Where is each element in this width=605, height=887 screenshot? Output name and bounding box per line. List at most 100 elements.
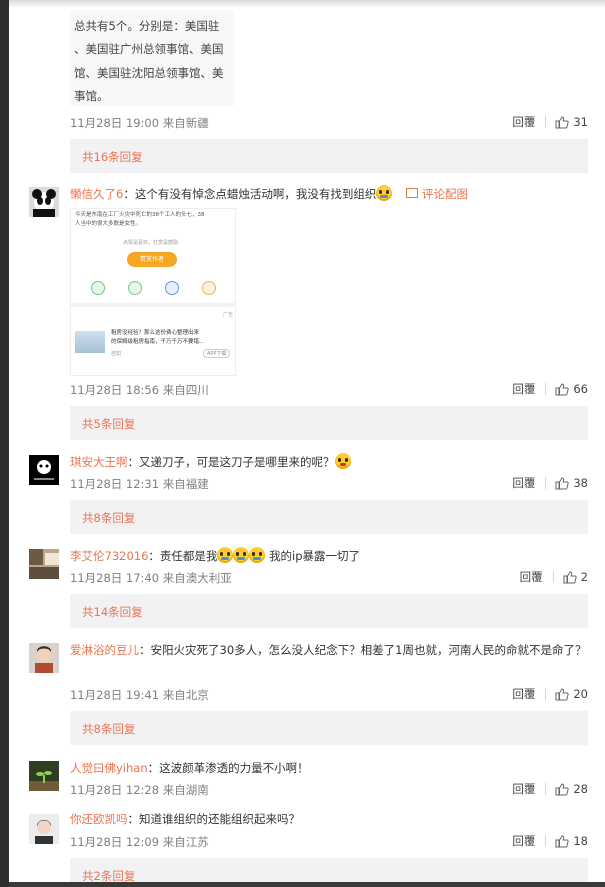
divider <box>545 477 547 489</box>
comment-time: 11月28日 17:40 <box>70 571 160 585</box>
reply-button[interactable]: 回覆 <box>512 114 535 130</box>
comment-source: 来自澳大利亚 <box>162 571 232 585</box>
comment-text: 我的ip暴露一切了 <box>269 549 361 563</box>
comment-actions: 回覆 18 <box>512 833 588 849</box>
tip-author-button: 赞赏作者 <box>127 252 177 267</box>
thumb-up-icon[interactable] <box>555 382 570 396</box>
username-link[interactable]: 懒信久了6 <box>70 187 123 201</box>
divider <box>552 571 554 583</box>
reply-button[interactable]: 回覆 <box>512 781 535 797</box>
username-link[interactable]: 琪安大王啊 <box>70 455 128 469</box>
comment-text: ：责任都是我 <box>148 549 218 563</box>
image-text-line: 事馆。 <box>74 89 109 103</box>
like-count: 28 <box>573 782 588 796</box>
divider <box>545 688 547 700</box>
comment-meta: 11月28日 12:09 来自江苏 <box>70 834 209 850</box>
replies-count: 共8条回复 <box>82 511 136 525</box>
comment-image-top[interactable]: 总共有5个。分别是：美国驻 、美国驻广州总领事馆、美国 馆、美国驻沈阳总领事馆、… <box>70 10 234 106</box>
avatar[interactable] <box>29 643 59 673</box>
reply-button[interactable]: 回覆 <box>512 833 535 849</box>
comment-picture-label: 评论配图 <box>421 187 468 201</box>
replies-toggle[interactable]: 共5条回复 <box>70 406 588 440</box>
ad-tag: 广告 <box>223 312 234 318</box>
top-shadow <box>9 0 605 8</box>
ad-thumbnail <box>75 331 105 353</box>
comment-image[interactable]: 今天是东南在工厂火灾中死亡的38个工人的头七，38 人当中的很大多数是女性。 点… <box>70 208 236 376</box>
image-text-line: 、美国驻广州总领事馆、美国 <box>74 42 224 56</box>
smirk-emoji-icon <box>334 453 351 469</box>
divider <box>545 383 547 395</box>
comment-actions: 回覆 31 <box>512 114 588 130</box>
thumb-up-icon[interactable] <box>563 570 577 584</box>
like-count: 2 <box>580 570 588 584</box>
ad-text: 租房没经验？那么这份费心整理出来 的保姆级租房指南，千万千万不要错... <box>111 329 204 347</box>
thumb-up-icon[interactable] <box>555 782 570 796</box>
username-link[interactable]: 你还欧凯吗 <box>70 812 128 826</box>
replies-toggle[interactable]: 共14条回复 <box>70 594 588 628</box>
image-text-line: 今天是东南在工厂火灾中死亡的38个工人的头七，38 <box>75 212 205 218</box>
username-link[interactable]: 爱淋浴的豆儿 <box>70 643 139 657</box>
thumb-up-icon[interactable] <box>555 687 570 701</box>
username-link[interactable]: 人觉曰佛yihan <box>70 761 148 775</box>
replies-count: 共5条回复 <box>82 417 136 431</box>
comment-text: ：知道谁组织的还能组织起来吗？ <box>127 812 301 826</box>
reply-button[interactable]: 回覆 <box>512 475 535 491</box>
comment-text: ：这个有没有悼念点蜡烛活动啊，我没有找到组织 <box>123 187 377 201</box>
ad-text-line: 租房没经验？那么这份费心整理出来 <box>111 330 200 336</box>
comment-text: ：这波颜革渗透的力量不小啊！ <box>147 761 309 775</box>
comment-meta: 11月28日 12:31 来自福建 <box>70 476 209 492</box>
avatar[interactable] <box>29 549 59 579</box>
comment-text: ：又递刀子，可是这刀子是哪里来的呢？ <box>127 455 335 469</box>
thumb-up-icon[interactable] <box>555 115 570 129</box>
like-count: 20 <box>573 687 588 701</box>
comment-time: 11月28日 18:56 <box>70 383 160 397</box>
reply-button[interactable]: 回覆 <box>512 686 535 702</box>
thumb-up-icon[interactable] <box>555 476 570 490</box>
comment-actions: 回覆 38 <box>512 475 588 491</box>
divider <box>71 303 235 307</box>
comment-actions: 回覆 20 <box>512 686 588 702</box>
like-count: 66 <box>573 382 588 396</box>
comment-meta: 11月28日 17:40 来自澳大利亚 <box>70 570 232 586</box>
reply-button[interactable]: 回覆 <box>512 381 535 397</box>
replies-count: 共14条回复 <box>82 605 143 619</box>
avatar[interactable] <box>29 187 59 217</box>
comment-source: 来自北京 <box>162 688 209 702</box>
image-icon <box>405 188 418 198</box>
comment-time: 11月28日 19:41 <box>70 688 160 702</box>
comment-body: 李艾伦732016：责任都是我 我的ip暴露一切了 <box>70 545 588 567</box>
comment-time: 11月28日 12:28 <box>70 783 160 797</box>
image-text-line: 馆、美国驻沈阳总领事馆、美 <box>74 66 224 80</box>
avatar[interactable] <box>29 761 59 791</box>
crying-emoji-icon <box>376 185 393 201</box>
bookmark-icon <box>202 281 216 295</box>
thumb-up-icon[interactable] <box>555 834 570 848</box>
comment-meta: 11月28日 18:56 来自四川 <box>70 382 209 398</box>
like-count: 18 <box>573 834 588 848</box>
image-text: 今天是东南在工厂火灾中死亡的38个工人的头七，38 人当中的很大多数是女性。 <box>75 211 205 229</box>
username-link[interactable]: 李艾伦732016 <box>70 549 148 563</box>
crying-emoji-icon <box>249 547 266 563</box>
image-text-line: 人当中的很大多数是女性。 <box>75 221 142 227</box>
divider <box>545 783 547 795</box>
share-hint: 点赞是喜欢，打赏是鼓励 <box>123 240 179 246</box>
avatar[interactable] <box>29 814 59 844</box>
comment-source: 来自四川 <box>162 383 209 397</box>
comment-picture-link[interactable]: 评论配图 <box>405 187 468 201</box>
qq-icon <box>165 281 179 295</box>
reply-button[interactable]: 回覆 <box>520 569 543 585</box>
crying-emoji-icon <box>233 547 250 563</box>
replies-count: 共8条回复 <box>82 722 136 736</box>
comment-actions: 回覆 2 <box>520 569 588 585</box>
comment-time: 11月28日 19:00 <box>70 116 160 130</box>
ad-download-button: APP下载 <box>203 349 231 358</box>
comment-body: 懒信久了6：这个有没有悼念点蜡烛活动啊，我没有找到组织 评论配图 <box>70 183 588 205</box>
divider <box>545 116 547 128</box>
replies-toggle[interactable]: 共8条回复 <box>70 500 588 534</box>
avatar[interactable] <box>29 455 59 485</box>
replies-toggle[interactable]: 共16条回复 <box>70 139 588 173</box>
like-count: 31 <box>573 115 588 129</box>
replies-toggle[interactable]: 共8条回复 <box>70 711 588 745</box>
ad-text-line: 的保姆级租房指南，千万千万不要错... <box>111 339 205 345</box>
comment-source: 来自福建 <box>162 477 209 491</box>
